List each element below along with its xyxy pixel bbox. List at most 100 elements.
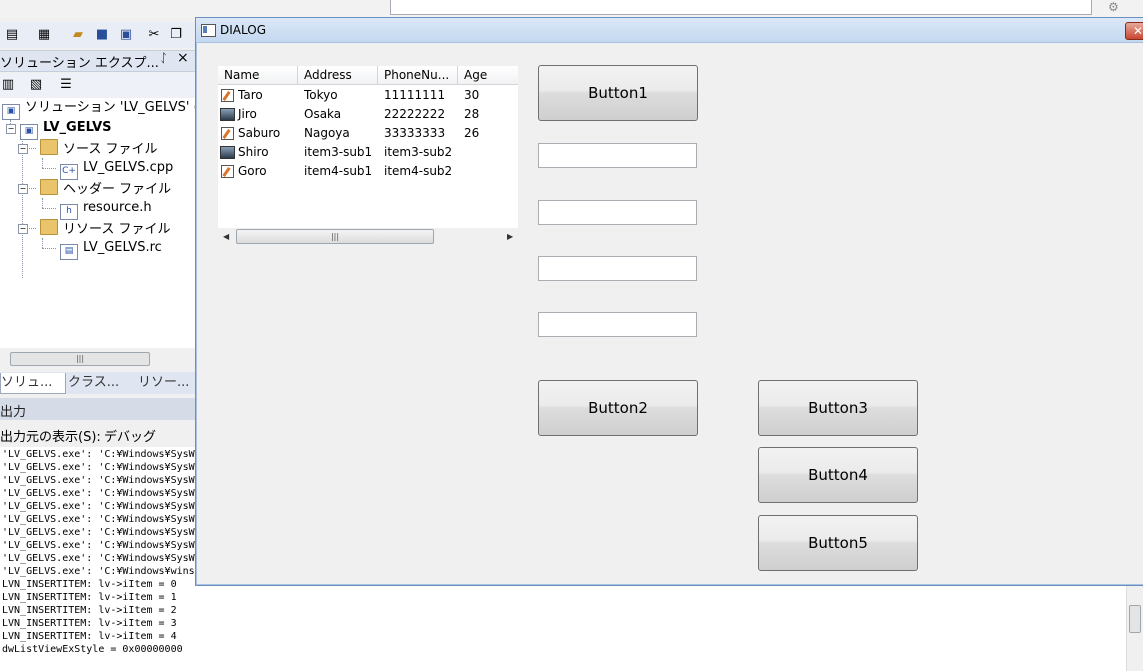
output-source-select[interactable]: デバッグ (104, 426, 156, 445)
cut-icon[interactable]: ✂ (146, 27, 162, 43)
view-code-icon[interactable]: ☰ (58, 77, 74, 93)
tree-item-label: resource.h (83, 200, 152, 215)
button3[interactable]: Button3 (758, 380, 918, 436)
column-header-age[interactable]: Age (458, 66, 518, 85)
cell-phone: item3-sub2 (384, 145, 453, 159)
cell-name: Taro (238, 88, 263, 102)
tree-item-rc-file[interactable]: ▤ LV_GELVS.rc (60, 239, 162, 260)
cell-name: Saburo (238, 126, 281, 140)
tree-item-label: ソース ファイル (63, 142, 158, 157)
cell-address: item3-sub1 (304, 145, 373, 159)
tree-item-header-files[interactable]: ヘッダー ファイル (40, 179, 171, 199)
cpp-file-icon: C+ (60, 164, 78, 180)
cell-name: Goro (238, 164, 267, 178)
tree-item-label: リソース ファイル (63, 222, 171, 237)
column-header-phone[interactable]: PhoneNu... (378, 66, 458, 85)
add-item-icon[interactable]: ▦ (36, 27, 52, 43)
tree-item-resource-files[interactable]: リソース ファイル (40, 219, 170, 239)
cell-phone: 11111111 (384, 88, 446, 102)
dialog-title: DIALOG (220, 23, 266, 37)
output-line: 'LV_GELVS.exe': 'C:¥Windows¥SysW (2, 540, 195, 551)
header-file-icon: h (60, 204, 78, 220)
tab-label: リソー... (138, 375, 190, 390)
listview-scroll-thumb[interactable]: ||| (236, 229, 434, 244)
output-line: LVN_INSERTITEM: lv->iItem = 3 (2, 618, 177, 629)
cell-age: 28 (464, 107, 480, 121)
solution-tree: ▣ ソリューション 'LV_GELVS' (1 − ▣ LV_GELVS − ソース… (0, 98, 207, 348)
copy-icon[interactable]: ❐ (168, 27, 184, 43)
output-line: 'LV_GELVS.exe': 'C:¥Windows¥SysW (2, 462, 195, 473)
column-header-address[interactable]: Address (298, 66, 378, 85)
output-line: 'LV_GELVS.exe': 'C:¥Windows¥SysW (2, 488, 195, 499)
open-file-icon[interactable]: ▰ (70, 27, 86, 43)
cell-name: Shiro (238, 145, 269, 159)
edit-field-2[interactable] (538, 200, 697, 225)
tree-item-label: LV_GELVS.rc (83, 240, 162, 255)
cell-name: Jiro (238, 107, 257, 121)
column-header-name[interactable]: Name (218, 66, 298, 85)
project-icon: ▣ (20, 124, 38, 140)
output-line: 'LV_GELVS.exe': 'C:¥Windows¥SysW (2, 514, 195, 525)
tree-item-project[interactable]: ▣ LV_GELVS (20, 119, 112, 140)
tree-item-cpp-file[interactable]: C+ LV_GELVS.cpp (60, 159, 173, 180)
new-project-icon[interactable]: ▤ (4, 27, 20, 43)
collapse-icon[interactable]: − (18, 184, 28, 194)
tree-scroll-thumb[interactable]: ||| (10, 352, 150, 366)
photo-icon (220, 146, 235, 159)
cell-address: item4-sub1 (304, 164, 373, 178)
edit-field-4[interactable] (538, 312, 697, 337)
close-button[interactable]: ✕ (1125, 22, 1143, 40)
button2[interactable]: Button2 (538, 380, 698, 436)
collapse-icon[interactable]: − (6, 124, 16, 134)
close-icon[interactable]: × (177, 50, 189, 66)
tree-item-label: ソリューション 'LV_GELVS' (1 (25, 100, 207, 115)
save-icon[interactable]: ■ (94, 27, 110, 43)
cell-age: 30 (464, 88, 480, 102)
scroll-left-icon[interactable]: ◀ (223, 232, 229, 241)
cell-age: 26 (464, 126, 480, 140)
ide-toolbar: ▤ ▦ ▰ ■ ▣ ✂ ❐ (0, 22, 196, 48)
pencil-icon (221, 165, 234, 178)
ide-top-input[interactable] (390, 0, 1092, 15)
output-line: LVN_INSERTITEM: lv->iItem = 4 (2, 631, 177, 642)
output-line: LVN_INSERTITEM: lv->iItem = 2 (2, 605, 177, 616)
button4[interactable]: Button4 (758, 447, 918, 503)
folder-icon (40, 179, 58, 195)
resource-file-icon: ▤ (60, 244, 78, 260)
cell-phone: 22222222 (384, 107, 446, 121)
tree-item-solution[interactable]: ▣ ソリューション 'LV_GELVS' (1 (2, 99, 207, 120)
save-all-icon[interactable]: ▣ (118, 27, 134, 43)
pin-icon[interactable]: ᛇ (160, 51, 167, 65)
edit-field-1[interactable] (538, 143, 697, 168)
edit-field-3[interactable] (538, 256, 697, 281)
tree-item-header-file[interactable]: h resource.h (60, 199, 152, 220)
cell-address: Tokyo (304, 88, 338, 102)
tools-icon[interactable]: ⚙ (1108, 0, 1126, 16)
collapse-icon[interactable]: − (18, 224, 28, 234)
folder-icon (40, 219, 58, 235)
cell-address: Nagoya (304, 126, 350, 140)
output-line: 'LV_GELVS.exe': 'C:¥Windows¥SysW (2, 475, 195, 486)
scroll-right-icon[interactable]: ▶ (507, 232, 513, 241)
button1[interactable]: Button1 (538, 65, 698, 121)
properties-icon[interactable]: ▥ (0, 77, 16, 93)
output-scroll-thumb[interactable] (1129, 605, 1141, 633)
output-line: 'LV_GELVS.exe': 'C:¥Windows¥SysW (2, 553, 195, 564)
output-line: 'LV_GELVS.exe': 'C:¥Windows¥SysW (2, 527, 195, 538)
collapse-icon[interactable]: − (18, 144, 28, 154)
tree-item-source-files[interactable]: ソース ファイル (40, 139, 157, 159)
tab-resource[interactable]: リソー... (138, 373, 189, 393)
cell-address: Osaka (304, 107, 342, 121)
window-icon[interactable] (201, 24, 216, 37)
output-source-label: 出力元の表示(S): (0, 430, 101, 445)
tab-label: ソリュ... (1, 375, 53, 390)
dialog-titlebar[interactable] (196, 18, 1143, 43)
show-all-files-icon[interactable]: ▧ (28, 77, 44, 93)
button5[interactable]: Button5 (758, 515, 918, 571)
tree-item-label: ヘッダー ファイル (63, 182, 172, 197)
tab-solution[interactable]: ソリュ... (0, 373, 66, 394)
tab-class[interactable]: クラス... (68, 373, 119, 393)
solution-explorer-title: ソリューション エクスプ... (0, 56, 159, 71)
tree-item-label: LV_GELVS (43, 120, 112, 135)
output-header (0, 398, 196, 420)
